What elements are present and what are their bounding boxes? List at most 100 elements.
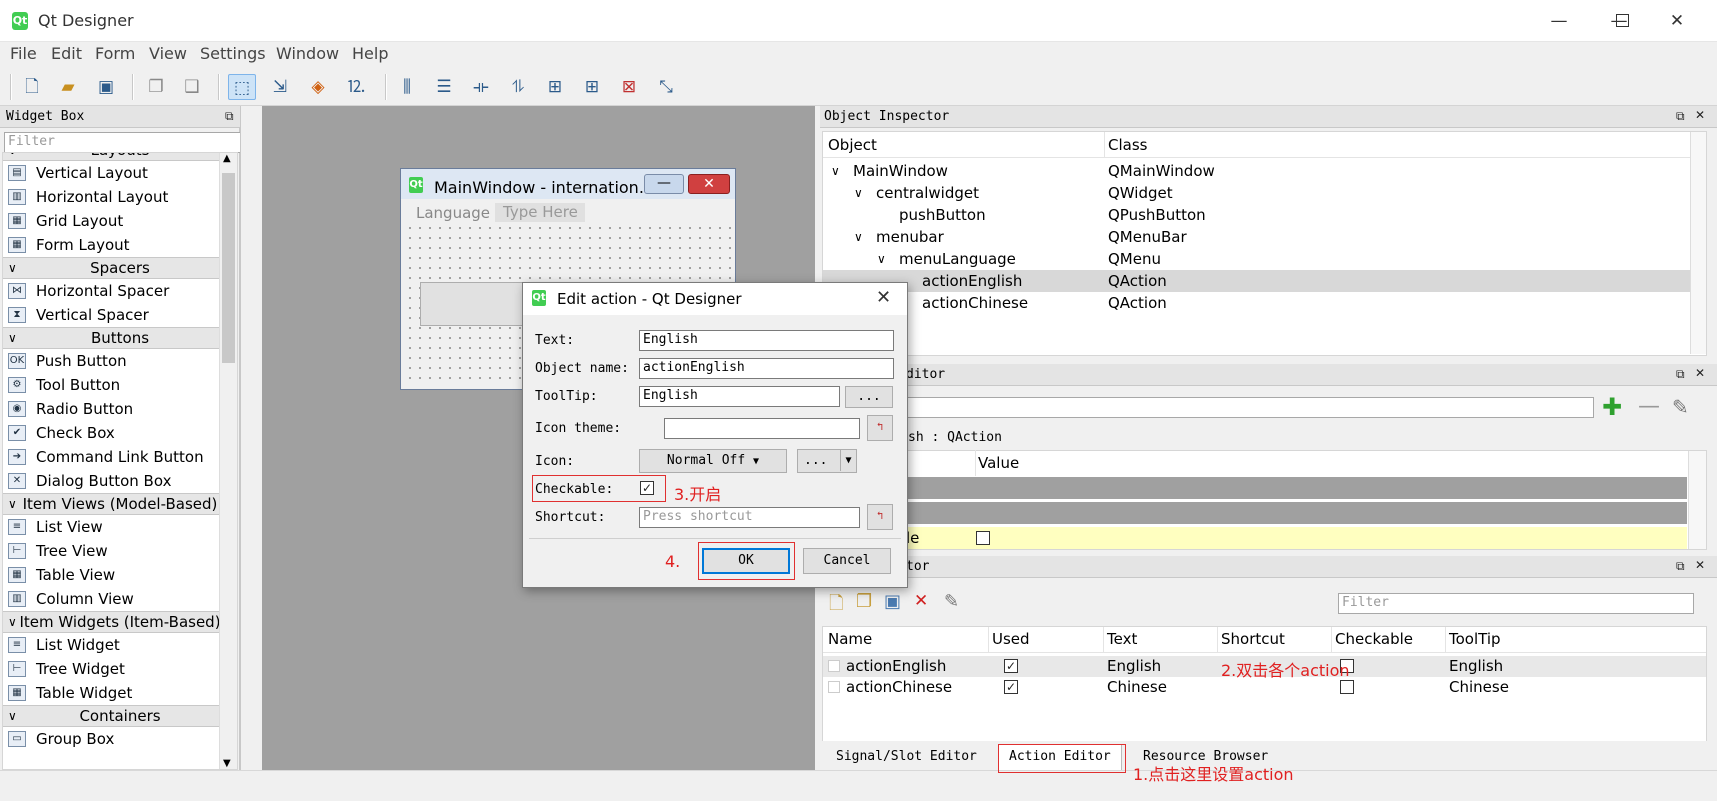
col-object-header[interactable]: Object: [828, 136, 877, 154]
widget-item[interactable]: ▦ Table Widget: [3, 681, 237, 705]
action-col-header[interactable]: Name: [828, 630, 872, 648]
break-layout-icon[interactable]: ⊠: [615, 74, 643, 100]
widget-category[interactable]: ∨ Item Widgets (Item-Based): [3, 611, 237, 633]
close-dock-icon[interactable]: ✕: [1695, 108, 1705, 122]
widget-item[interactable]: ⊢ Tree Widget: [3, 657, 237, 681]
ok-button[interactable]: OK: [702, 548, 790, 574]
edit-tab-order-icon[interactable]: ⒓: [342, 74, 370, 100]
object-name-field[interactable]: actionEnglish: [639, 358, 894, 379]
lay-out-vertically-icon[interactable]: ☰: [430, 74, 458, 100]
form-close-icon[interactable]: ✕: [688, 174, 730, 194]
object-tree-row[interactable]: ∨ centralwidget QWidget: [823, 182, 1693, 204]
lay-out-horizontal-splitter-icon[interactable]: ⟛: [467, 74, 495, 100]
configure-action-editor-icon[interactable]: ✎: [944, 591, 959, 612]
property-group-row[interactable]: [823, 502, 1687, 524]
lay-out-vertical-splitter-icon[interactable]: ⥮: [504, 74, 532, 100]
form-push-button[interactable]: [420, 282, 535, 326]
copy-action-icon[interactable]: ❐: [856, 591, 872, 612]
widget-item[interactable]: ✕ Dialog Button Box: [3, 469, 237, 493]
maximize-icon-box[interactable]: [1601, 8, 1643, 34]
edit-signals-slots-icon[interactable]: ⇲: [266, 74, 294, 100]
property-checkable-checkbox[interactable]: [976, 531, 990, 545]
object-tree-scrollbar[interactable]: [1690, 132, 1706, 354]
widget-item[interactable]: ▦ Form Layout: [3, 233, 237, 257]
action-col-header[interactable]: Shortcut: [1221, 630, 1285, 648]
widget-category[interactable]: ∨ Containers: [3, 705, 237, 727]
shortcut-reset-icon[interactable]: ↰: [867, 504, 893, 530]
tooltip-more-button[interactable]: ...: [845, 386, 893, 408]
menu-window[interactable]: Window: [276, 44, 339, 63]
dialog-close-icon[interactable]: ✕: [876, 287, 891, 308]
property-filter-input[interactable]: [906, 397, 1594, 418]
float-dock-icon[interactable]: ⧉: [1676, 109, 1685, 124]
widget-item[interactable]: ⋈ Horizontal Spacer: [3, 279, 237, 303]
widget-category[interactable]: ∨ Buttons: [3, 327, 237, 349]
object-tree-row[interactable]: ∨ menuLanguage QMenu: [823, 248, 1693, 270]
object-tree-row[interactable]: actionChinese QAction: [823, 292, 1693, 314]
close-dock-icon[interactable]: ✕: [1695, 558, 1705, 572]
checkable-checkbox[interactable]: ✓: [640, 481, 654, 495]
property-scrollbar[interactable]: [1688, 451, 1706, 549]
tooltip-field[interactable]: English: [639, 386, 840, 407]
action-filter-input[interactable]: Filter: [1338, 593, 1694, 614]
object-tree-row[interactable]: ∨ menubar QMenuBar: [823, 226, 1693, 248]
widget-item[interactable]: ⊢ Tree View: [3, 539, 237, 563]
close-dock-icon[interactable]: ✕: [1695, 366, 1705, 380]
menu-view[interactable]: View: [149, 44, 187, 63]
icon-more-button[interactable]: ... ▼: [797, 449, 857, 473]
action-col-header[interactable]: Checkable: [1335, 630, 1413, 648]
property-group-row[interactable]: [823, 477, 1687, 499]
widget-item[interactable]: ⚙ Tool Button: [3, 373, 237, 397]
minimize-window-icon[interactable]: —: [1538, 8, 1580, 34]
remove-property-icon[interactable]: —: [1638, 395, 1660, 419]
object-tree-row[interactable]: actionEnglish QAction: [823, 270, 1693, 292]
col-value-header[interactable]: Value: [978, 454, 1019, 472]
menu-help[interactable]: Help: [352, 44, 388, 63]
widget-category[interactable]: ∨ Spacers: [3, 257, 237, 279]
cancel-button[interactable]: Cancel: [803, 548, 891, 574]
close-window-icon[interactable]: ✕: [1656, 8, 1698, 34]
widget-item[interactable]: ≡ List Widget: [3, 633, 237, 657]
float-dock-icon[interactable]: ⧉: [1676, 559, 1685, 574]
widget-item[interactable]: ⧗ Vertical Spacer: [3, 303, 237, 327]
lay-out-form-icon[interactable]: ⊞: [541, 74, 569, 100]
menu-file[interactable]: File: [10, 44, 37, 63]
configure-wrench-icon[interactable]: ✎: [1672, 395, 1689, 419]
text-field[interactable]: English: [639, 330, 894, 351]
menu-settings[interactable]: Settings: [200, 44, 266, 63]
widget-item[interactable]: ≡ List View: [3, 515, 237, 539]
action-col-header[interactable]: Used: [992, 630, 1030, 648]
icon-theme-field[interactable]: [664, 418, 860, 439]
object-tree-row[interactable]: ∨ MainWindow QMainWindow: [823, 160, 1693, 182]
lay-out-horizontally-icon[interactable]: ⫼: [393, 74, 421, 100]
object-tree-row[interactable]: pushButton QPushButton: [823, 204, 1693, 226]
property-checkable-row[interactable]: [823, 527, 1687, 549]
widget-item[interactable]: ▭ Group Box: [3, 727, 237, 751]
widget-item[interactable]: ➔ Command Link Button: [3, 445, 237, 469]
save-icon[interactable]: ▣: [92, 74, 120, 100]
send-to-back-icon[interactable]: ❐: [142, 74, 170, 100]
icon-theme-reset-icon[interactable]: ↰: [867, 415, 893, 441]
menu-edit[interactable]: Edit: [51, 44, 82, 63]
scrollbar-thumb[interactable]: [222, 173, 235, 363]
tab-signal-slot-editor[interactable]: Signal/Slot Editor: [826, 745, 987, 771]
lay-out-grid-icon[interactable]: ⊞: [578, 74, 606, 100]
widget-list-scrollbar[interactable]: ▲ ▼: [219, 153, 237, 769]
widget-category[interactable]: ∨ Item Views (Model-Based): [3, 493, 237, 515]
delete-action-icon[interactable]: ✕: [914, 591, 928, 611]
icon-mode-select[interactable]: Normal Off ▼: [639, 449, 787, 473]
action-col-header[interactable]: Text: [1107, 630, 1137, 648]
widget-item[interactable]: ▥ Horizontal Layout: [3, 185, 237, 209]
widget-category[interactable]: ∨Layouts: [3, 153, 237, 161]
form-menu-type-here[interactable]: Type Here: [495, 203, 585, 222]
float-dock-icon[interactable]: ⧉: [1676, 367, 1685, 382]
paste-action-icon[interactable]: ▣: [884, 591, 901, 612]
adjust-size-icon[interactable]: ⤡: [652, 74, 680, 100]
new-file-icon[interactable]: 🗋: [18, 74, 46, 100]
widget-item[interactable]: ▥ Column View: [3, 587, 237, 611]
widget-item[interactable]: ▤ Vertical Layout: [3, 161, 237, 185]
action-col-header[interactable]: ToolTip: [1449, 630, 1501, 648]
open-folder-icon[interactable]: ▰: [54, 74, 82, 100]
shortcut-field[interactable]: Press shortcut: [639, 507, 860, 528]
add-dynamic-property-icon[interactable]: ✚: [1602, 395, 1622, 419]
